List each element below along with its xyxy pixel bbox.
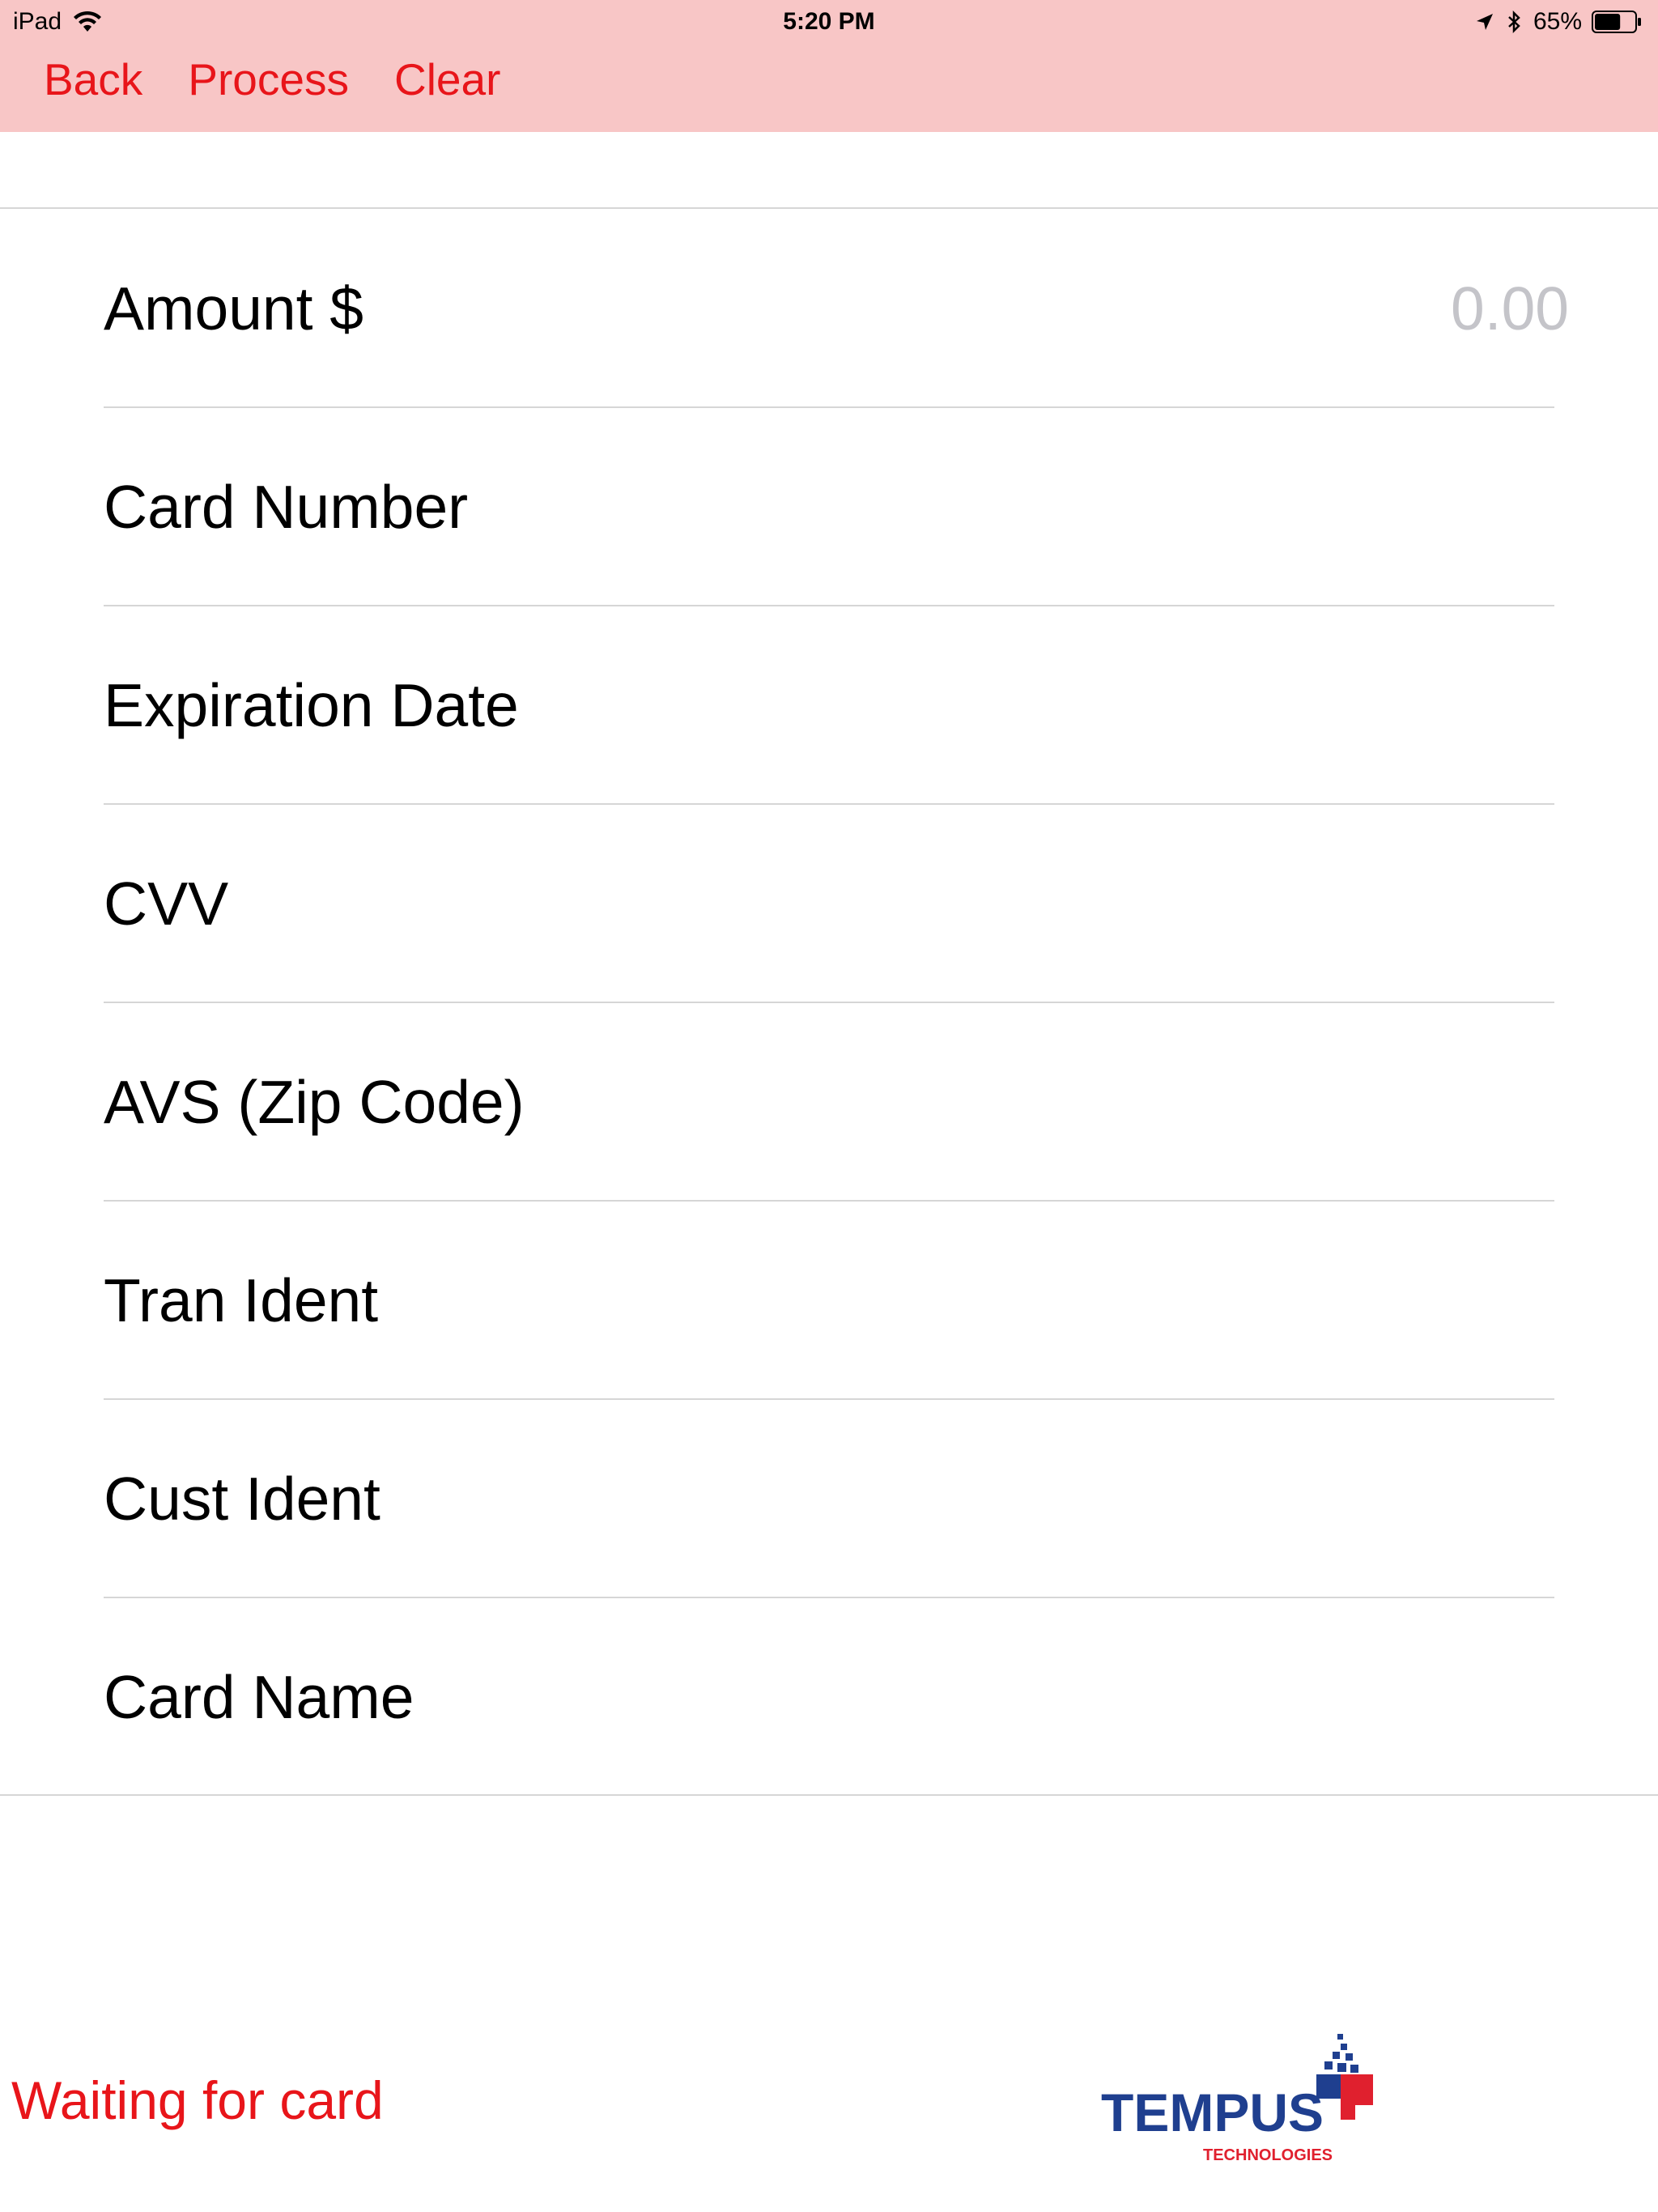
cust-ident-field[interactable]: Cust Ident — [104, 1399, 1554, 1597]
card-number-label: Card Number — [104, 472, 469, 541]
card-name-label: Card Name — [104, 1662, 414, 1731]
status-bar: iPad 5:20 PM 65% — [0, 0, 1658, 45]
navigation-bar: iPad 5:20 PM 65% Back Process Clear — [0, 0, 1658, 132]
back-button[interactable]: Back — [44, 53, 142, 105]
logo-subtitle: TECHNOLOGIES — [1203, 2146, 1333, 2164]
avs-zip-field[interactable]: AVS (Zip Code) — [104, 1002, 1554, 1201]
tran-ident-label: Tran Ident — [104, 1266, 379, 1334]
tran-ident-field[interactable]: Tran Ident — [104, 1201, 1554, 1399]
amount-label: Amount $ — [104, 274, 364, 342]
card-name-field[interactable]: Card Name — [104, 1597, 1554, 1796]
card-number-field[interactable]: Card Number — [104, 407, 1554, 606]
process-button[interactable]: Process — [188, 53, 349, 105]
logo-wordmark: TEMPUS — [1101, 2082, 1324, 2142]
location-arrow-icon — [1476, 14, 1493, 30]
amount-placeholder[interactable]: 0.00 — [1451, 274, 1569, 343]
status-message: Waiting for card — [11, 2070, 384, 2130]
tempus-logo: TEMPUS TECHNOLOGIES — [1101, 2034, 1373, 2164]
battery-icon — [1592, 11, 1641, 33]
cvv-label: CVV — [104, 869, 229, 938]
status-right: 65% — [1475, 8, 1642, 36]
nav-buttons: Back Process Clear — [44, 53, 500, 105]
expiration-date-label: Expiration Date — [104, 670, 519, 739]
cust-ident-label: Cust Ident — [104, 1464, 380, 1533]
battery-percentage: 65% — [1533, 8, 1582, 35]
expiration-date-field[interactable]: Expiration Date — [104, 606, 1554, 804]
cvv-field[interactable]: CVV — [104, 804, 1554, 1002]
amount-field[interactable]: Amount $ 0.00 — [104, 209, 1569, 407]
bluetooth-icon — [1508, 11, 1520, 33]
clear-button[interactable]: Clear — [394, 53, 500, 105]
avs-zip-label: AVS (Zip Code) — [104, 1067, 525, 1136]
payment-form: Amount $ 0.00 Card Number Expiration Dat… — [0, 207, 1658, 1796]
status-time: 5:20 PM — [783, 8, 875, 35]
